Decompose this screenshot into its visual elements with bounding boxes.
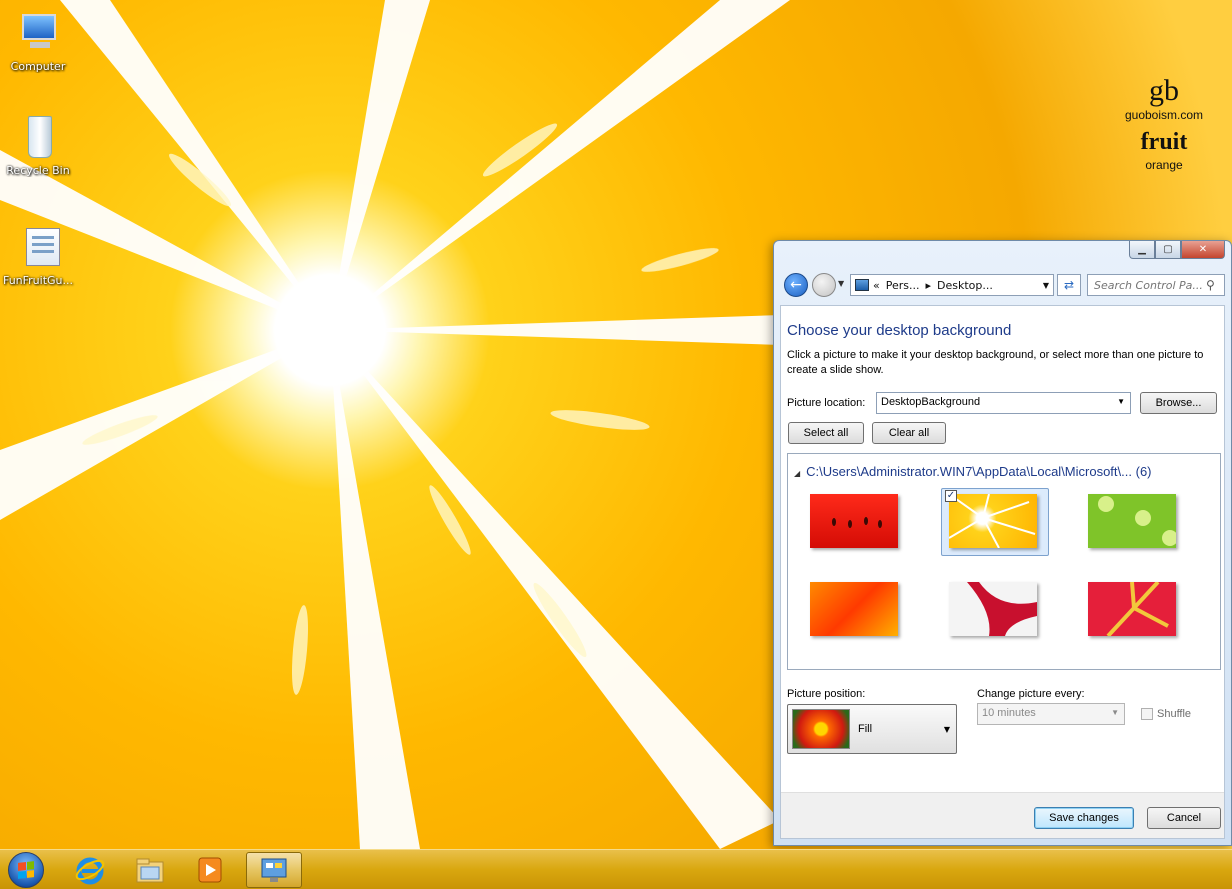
recycle-bin-icon xyxy=(14,114,62,162)
taskbar-control-panel[interactable] xyxy=(246,852,302,888)
picture-location-label: Picture location: xyxy=(787,397,866,409)
desktop-icon-recycle-bin[interactable]: Recycle Bin xyxy=(0,114,76,177)
start-button[interactable] xyxy=(8,852,44,888)
folder-count: (6) xyxy=(1135,464,1152,479)
picture-position-select[interactable]: Fill ▼ xyxy=(787,704,957,754)
fruit-logo: fruit xyxy=(1140,129,1188,155)
shuffle-label: Shuffle xyxy=(1157,708,1192,720)
chevron-down-icon: ▼ xyxy=(1111,708,1119,717)
control-panel-icon xyxy=(261,858,287,882)
page-title: Choose your desktop background xyxy=(787,322,1012,339)
thumbnail-kiwi[interactable] xyxy=(1088,494,1176,548)
navigation-bar: ← ▼ « Pers... ▸ Desktop... ▼ ⇄ ⚲ xyxy=(782,271,1225,299)
folder-group-header[interactable]: ◢ C:\Users\Administrator.WIN7\AppData\Loc… xyxy=(794,464,1152,479)
brand-name: orange xyxy=(1145,158,1183,172)
caption-buttons: ▁ ▢ ✕ xyxy=(1129,241,1225,259)
chevron-down-icon: ▼ xyxy=(943,725,950,734)
select-all-button[interactable]: Select all xyxy=(788,422,864,444)
save-changes-button[interactable]: Save changes xyxy=(1034,807,1134,829)
desktop-icon-funfruit[interactable]: FunFruitGu... xyxy=(0,224,76,287)
thumbnail-strawberry[interactable] xyxy=(1088,582,1176,636)
maximize-button[interactable]: ▢ xyxy=(1155,241,1181,259)
chevron-down-icon: ▼ xyxy=(1117,397,1125,406)
watermelon-seeds xyxy=(832,517,882,528)
gb-logo: gb xyxy=(1149,74,1179,107)
desktop-icon-label: Computer xyxy=(10,60,66,73)
thumbnail-papaya[interactable] xyxy=(810,582,898,636)
change-picture-interval-value: 10 minutes xyxy=(982,707,1036,719)
picture-position-value: Fill xyxy=(858,723,873,735)
picture-location-value: DesktopBackground xyxy=(881,396,981,408)
search-input[interactable] xyxy=(1094,278,1206,292)
breadcrumb-personalization[interactable]: Pers... xyxy=(886,279,920,292)
refresh-button[interactable]: ⇄ xyxy=(1057,274,1081,296)
search-icon[interactable]: ⚲ xyxy=(1206,278,1215,292)
orange-slice-spokes xyxy=(949,494,1036,548)
picture-position-preview xyxy=(792,709,850,749)
thumbnail-checkbox[interactable]: ✓ xyxy=(945,490,957,502)
breadcrumb-desktop-background[interactable]: Desktop... xyxy=(937,279,993,292)
personalization-window: ▁ ▢ ✕ ← ▼ « Pers... ▸ Desktop... ▼ ⇄ ⚲ C… xyxy=(773,240,1232,846)
taskbar-windows-explorer[interactable] xyxy=(122,852,178,888)
address-bar[interactable]: « Pers... ▸ Desktop... ▼ xyxy=(850,274,1054,296)
file-icon xyxy=(14,224,62,272)
brand-site: guoboism.com xyxy=(1124,108,1204,122)
change-picture-interval-select[interactable]: 10 minutes ▼ xyxy=(977,703,1125,725)
minimize-button[interactable]: ▁ xyxy=(1129,241,1155,259)
computer-icon xyxy=(14,10,62,58)
recent-pages-icon[interactable]: ▼ xyxy=(838,279,844,288)
back-button[interactable]: ← xyxy=(784,273,808,297)
dialog-footer: Save changes Cancel xyxy=(781,792,1224,838)
folder-path: C:\Users\Administrator.WIN7\AppData\Loca… xyxy=(806,464,1132,479)
close-button[interactable]: ✕ xyxy=(1181,241,1225,259)
clear-all-button[interactable]: Clear all xyxy=(872,422,946,444)
taskbar xyxy=(0,849,1232,889)
control-panel-icon xyxy=(855,279,869,291)
search-box[interactable]: ⚲ xyxy=(1087,274,1225,296)
address-overflow[interactable]: « xyxy=(873,279,880,292)
desktop-icon-label: FunFruitGu... xyxy=(2,274,74,287)
shuffle-checkbox-box[interactable] xyxy=(1141,708,1153,720)
folder-icon xyxy=(136,858,164,883)
forward-button[interactable] xyxy=(812,273,836,297)
taskbar-media-player[interactable] xyxy=(182,852,238,888)
kiwi-slices xyxy=(1098,496,1176,546)
shuffle-checkbox[interactable]: Shuffle xyxy=(1141,708,1191,720)
picture-location-select[interactable]: DesktopBackground ▼ xyxy=(876,392,1131,414)
thumbnail-orange[interactable] xyxy=(949,494,1037,548)
picture-position-label: Picture position: xyxy=(787,688,866,700)
media-player-icon xyxy=(198,857,222,883)
page-description: Click a picture to make it your desktop … xyxy=(787,349,1204,376)
thumbnail-dragonfruit[interactable] xyxy=(949,582,1037,636)
windows-logo-icon xyxy=(18,861,34,879)
cancel-button[interactable]: Cancel xyxy=(1147,807,1221,829)
taskbar-internet-explorer[interactable] xyxy=(62,852,118,888)
chevron-down-icon[interactable]: ▼ xyxy=(1043,281,1049,290)
strawberry-core xyxy=(1106,582,1169,636)
desktop-icon-label: Recycle Bin xyxy=(6,164,70,177)
desktop-icon-computer[interactable]: Computer xyxy=(0,10,76,73)
thumbnail-watermelon[interactable] xyxy=(810,494,898,548)
brand-logo: gb guoboism.com fruit orange xyxy=(1118,74,1210,172)
internet-explorer-icon xyxy=(75,857,105,885)
picture-gallery: ◢ C:\Users\Administrator.WIN7\AppData\Loc… xyxy=(787,453,1221,670)
breadcrumb-separator-icon: ▸ xyxy=(925,278,932,292)
browse-button[interactable]: Browse... xyxy=(1140,392,1217,414)
collapse-icon[interactable]: ◢ xyxy=(794,469,800,478)
change-picture-label: Change picture every: xyxy=(977,688,1085,700)
dragonfruit-skin xyxy=(967,582,1037,636)
content-pane: Choose your desktop background Click a p… xyxy=(780,305,1225,839)
